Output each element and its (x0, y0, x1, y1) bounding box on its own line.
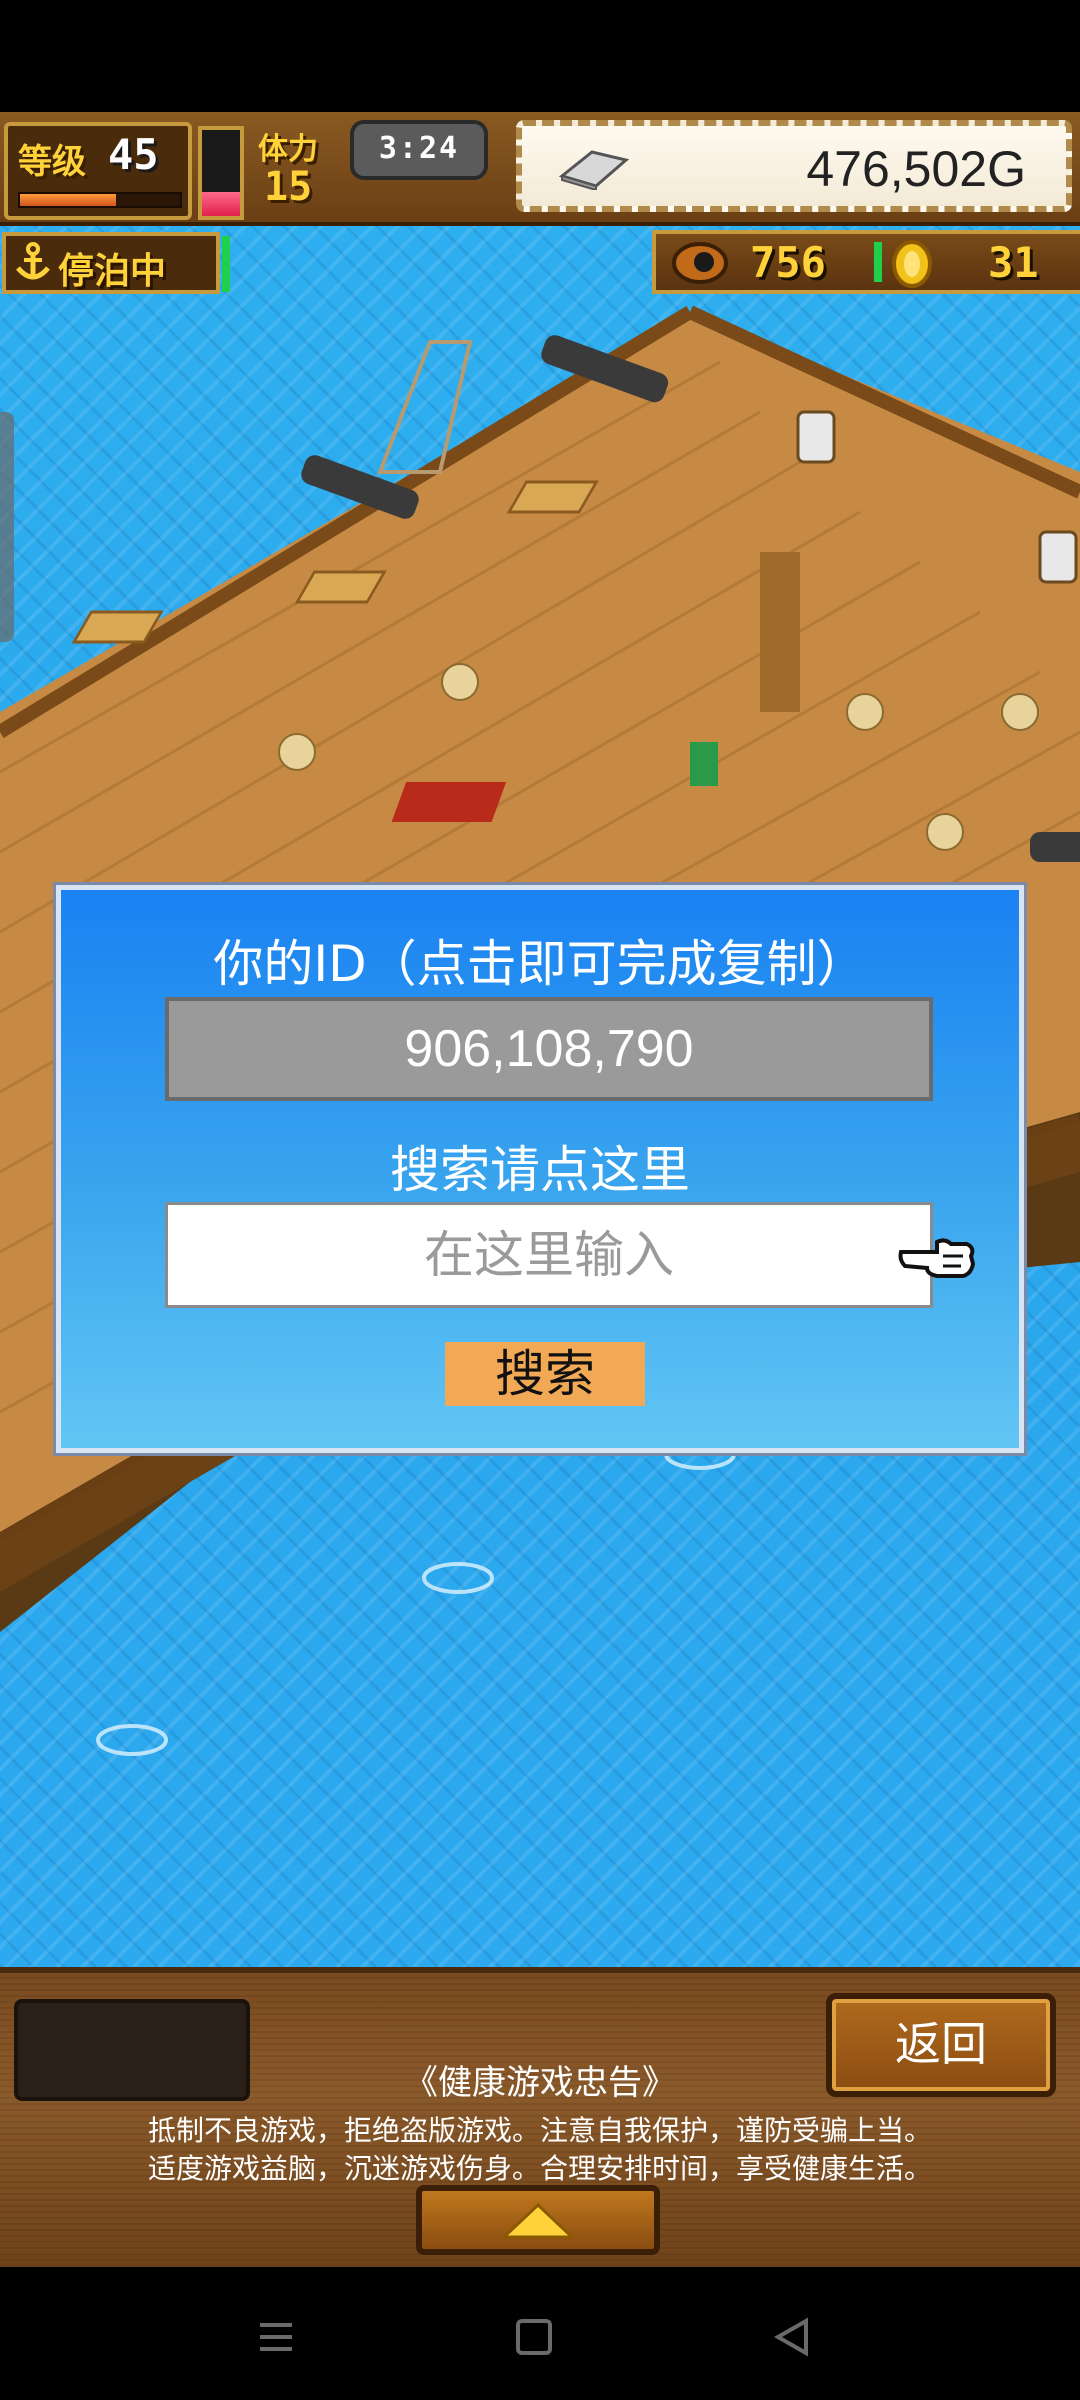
cannonball-icon (672, 242, 728, 284)
xp-bar-fill (20, 194, 116, 206)
mooring-label: 停泊中 (58, 251, 167, 292)
stamina-bar-fill (202, 191, 240, 216)
health-notice-title: 《健康游戏忠告》 (404, 2063, 676, 2103)
resource-separator (874, 242, 882, 282)
search-hint: 搜索请点这里 (390, 1141, 690, 1199)
captain-character (690, 742, 718, 786)
mast (760, 552, 800, 712)
stamina-panel: 体力 15 (252, 120, 352, 214)
bottom-panel: 返回 《健康游戏忠告》 抵制不良游戏，拒绝盗版游戏。注意自我保护，谨防受骗上当。… (0, 1967, 1080, 2273)
medal-count: 31 (988, 238, 1039, 287)
level-panel: 等级 45 (4, 122, 192, 220)
top-hud: 等级 45 体力 15 3:24 476,502G (0, 112, 1080, 226)
silver-ingot-icon (558, 150, 630, 190)
screen: 等级 45 体力 15 3:24 476,502G 停泊中 756 31 你的I… (0, 0, 1080, 2400)
level-label: 等级 (18, 142, 86, 182)
stamina-bar (198, 126, 244, 220)
gold-panel: 476,502G (516, 120, 1072, 212)
menu-icon[interactable] (246, 2307, 306, 2367)
dialog-title: 你的ID（点击即可完成复制） (213, 935, 867, 993)
resource-strip: 756 31 (652, 230, 1080, 294)
game-view[interactable]: 等级 45 体力 15 3:24 476,502G 停泊中 756 31 你的I… (0, 112, 1080, 1967)
system-nav-bar (0, 2267, 1080, 2400)
gold-amount: 476,502G (806, 141, 1026, 197)
health-notice-line-2: 适度游戏益脑，沉迷游戏伤身。合理安排时间，享受健康生活。 (147, 2152, 932, 2185)
stamina-label: 体力 (258, 132, 318, 167)
home-icon[interactable] (504, 2307, 564, 2367)
search-button[interactable]: 搜索 (445, 1342, 645, 1406)
id-search-dialog: 你的ID（点击即可完成复制） 906,108,790 搜索请点这里 搜索 (56, 885, 1024, 1453)
stamina-timer: 3:24 (350, 120, 488, 180)
search-input[interactable] (165, 1202, 933, 1308)
mooring-status[interactable]: 停泊中 (2, 232, 220, 294)
expand-menu-button[interactable] (416, 2185, 660, 2255)
level-value: 45 (108, 130, 159, 179)
side-pull-tab[interactable] (0, 412, 14, 642)
mooring-indicator (222, 236, 230, 292)
player-id-copy-box[interactable]: 906,108,790 (165, 997, 933, 1101)
cannonball-count: 756 (750, 238, 826, 287)
pointing-hand-icon (898, 1238, 976, 1278)
stamina-value: 15 (264, 164, 313, 210)
health-notice-line-1: 抵制不良游戏，拒绝盗版游戏。注意自我保护，谨防受骗上当。 (147, 2114, 932, 2147)
up-arrow-icon (502, 2203, 574, 2239)
xp-bar (18, 192, 182, 208)
back-icon[interactable] (762, 2307, 822, 2367)
system-status-bar (0, 0, 1080, 112)
gold-medal-icon (892, 240, 932, 288)
anchor-icon (16, 242, 50, 280)
